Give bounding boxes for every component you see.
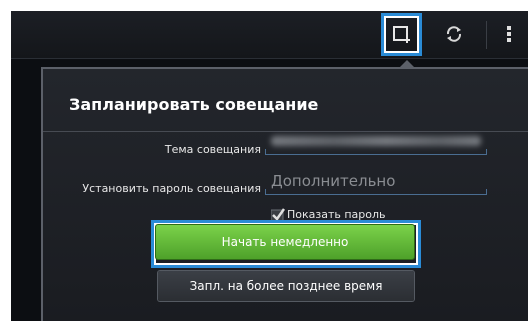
show-password-checkbox[interactable] bbox=[270, 207, 286, 223]
refresh-button[interactable] bbox=[437, 17, 471, 51]
action-bar-divider bbox=[486, 21, 487, 49]
dialog-title: Запланировать совещание bbox=[69, 95, 319, 114]
highlight-frame bbox=[381, 13, 422, 56]
app-window: Запланировать совещание Тема совещания У… bbox=[11, 11, 528, 321]
overflow-menu-button[interactable] bbox=[499, 17, 519, 51]
password-label: Установить пароль совещания bbox=[82, 182, 261, 195]
password-field[interactable]: Дополнительно bbox=[265, 172, 487, 195]
topic-value-blurred bbox=[271, 136, 481, 146]
password-placeholder: Дополнительно bbox=[271, 172, 396, 190]
action-bar bbox=[11, 11, 528, 59]
topic-label: Тема совещания bbox=[164, 143, 261, 156]
topic-field[interactable] bbox=[265, 132, 487, 155]
schedule-later-button[interactable]: Запл. на более позднее время bbox=[158, 271, 414, 301]
start-now-button[interactable]: Начать немедленно bbox=[156, 225, 414, 259]
